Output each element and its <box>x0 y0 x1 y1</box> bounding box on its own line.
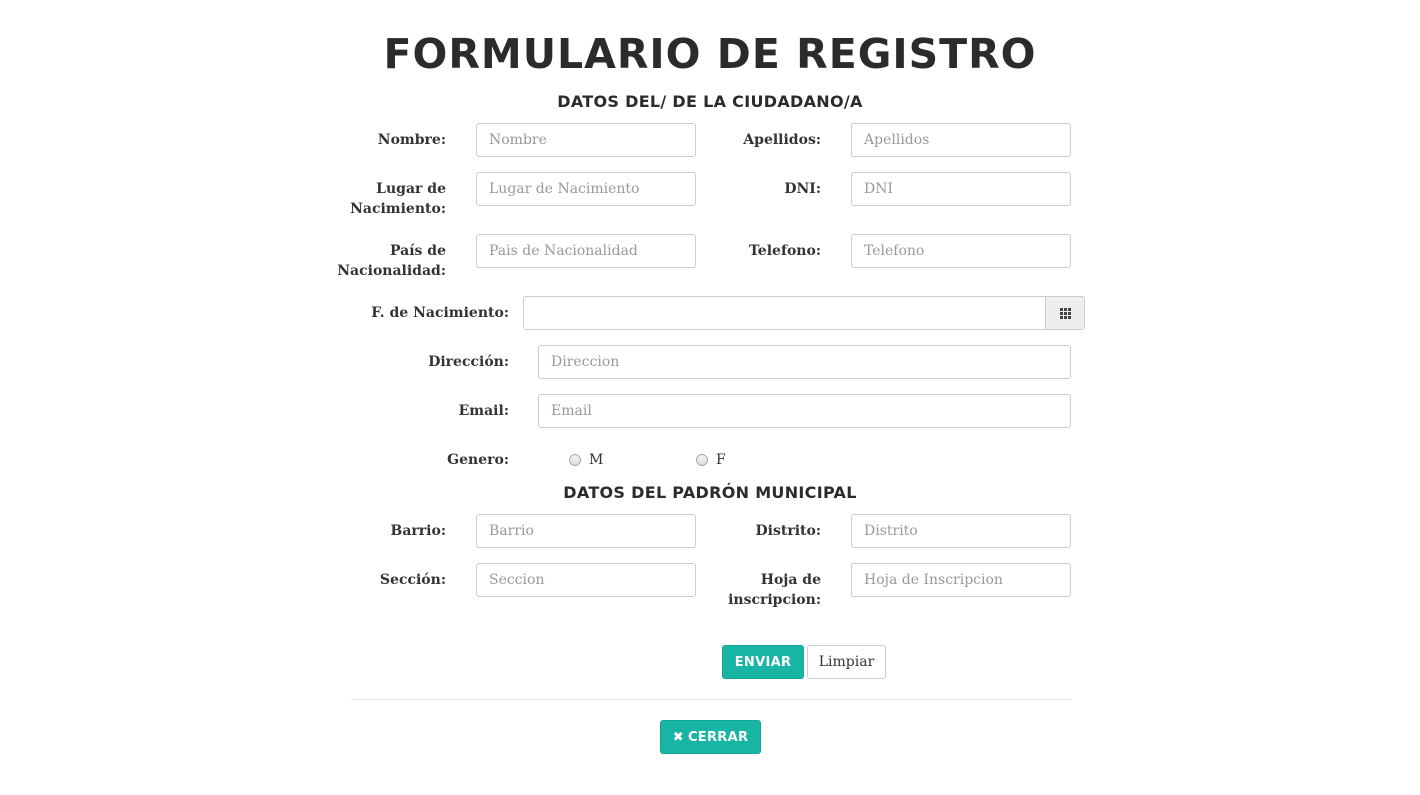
lugar-nacimiento-label-line1: Lugar de <box>376 181 446 197</box>
hoja-inscripcion-label: Hoja de inscripcion: <box>701 570 821 610</box>
enviar-button[interactable]: ENVIAR <box>722 645 804 679</box>
close-icon: ✖ <box>672 729 684 745</box>
genero-radio-f[interactable] <box>696 454 708 466</box>
divider <box>351 699 1071 700</box>
telefono-label: Telefono: <box>749 243 821 259</box>
fecha-nacimiento-input[interactable] <box>523 296 1046 330</box>
direccion-label: Dirección: <box>428 354 509 370</box>
cerrar-label: CERRAR <box>687 729 749 745</box>
dni-label: DNI: <box>784 181 821 197</box>
hoja-inscripcion-label-line2: inscripcion: <box>728 592 821 608</box>
calendar-grid-icon <box>1059 307 1071 319</box>
distrito-label: Distrito: <box>755 523 821 539</box>
email-label: Email: <box>458 403 509 419</box>
dni-input[interactable] <box>851 172 1071 206</box>
limpiar-button[interactable]: Limpiar <box>807 645 886 679</box>
calendar-button[interactable] <box>1045 296 1085 330</box>
cerrar-button[interactable]: ✖ CERRAR <box>660 720 761 754</box>
apellidos-input[interactable] <box>851 123 1071 157</box>
lugar-nacimiento-label-line2: Nacimiento: <box>350 201 446 217</box>
seccion-input[interactable] <box>476 563 696 597</box>
hoja-inscripcion-input[interactable] <box>851 563 1071 597</box>
nombre-input[interactable] <box>476 123 696 157</box>
direccion-input[interactable] <box>538 345 1071 379</box>
barrio-label: Barrio: <box>390 523 446 539</box>
hoja-inscripcion-label-line1: Hoja de <box>760 572 821 588</box>
pais-nacionalidad-label-line1: País de <box>390 243 446 259</box>
section-title-ciudadano: DATOS DEL/ DE LA CIUDADANO/A <box>557 92 863 111</box>
email-input[interactable] <box>538 394 1071 428</box>
pais-nacionalidad-label-line2: Nacionalidad: <box>337 263 446 279</box>
distrito-input[interactable] <box>851 514 1071 548</box>
seccion-label: Sección: <box>379 572 446 588</box>
telefono-input[interactable] <box>851 234 1071 268</box>
nombre-label: Nombre: <box>377 132 446 148</box>
section-title-padron: DATOS DEL PADRÓN MUNICIPAL <box>563 483 857 502</box>
lugar-nacimiento-input[interactable] <box>476 172 696 206</box>
fecha-nacimiento-label: F. de Nacimiento: <box>371 305 509 321</box>
page-title: FORMULARIO DE REGISTRO <box>383 30 1037 78</box>
apellidos-label: Apellidos: <box>743 132 821 148</box>
genero-radio-m[interactable] <box>569 454 581 466</box>
lugar-nacimiento-label: Lugar de Nacimiento: <box>326 179 446 219</box>
genero-label: Genero: <box>447 452 509 468</box>
barrio-input[interactable] <box>476 514 696 548</box>
pais-nacionalidad-label: País de Nacionalidad: <box>326 241 446 281</box>
genero-radio-f-label: F <box>716 452 726 468</box>
genero-radio-m-label: M <box>589 452 604 468</box>
pais-nacionalidad-input[interactable] <box>476 234 696 268</box>
